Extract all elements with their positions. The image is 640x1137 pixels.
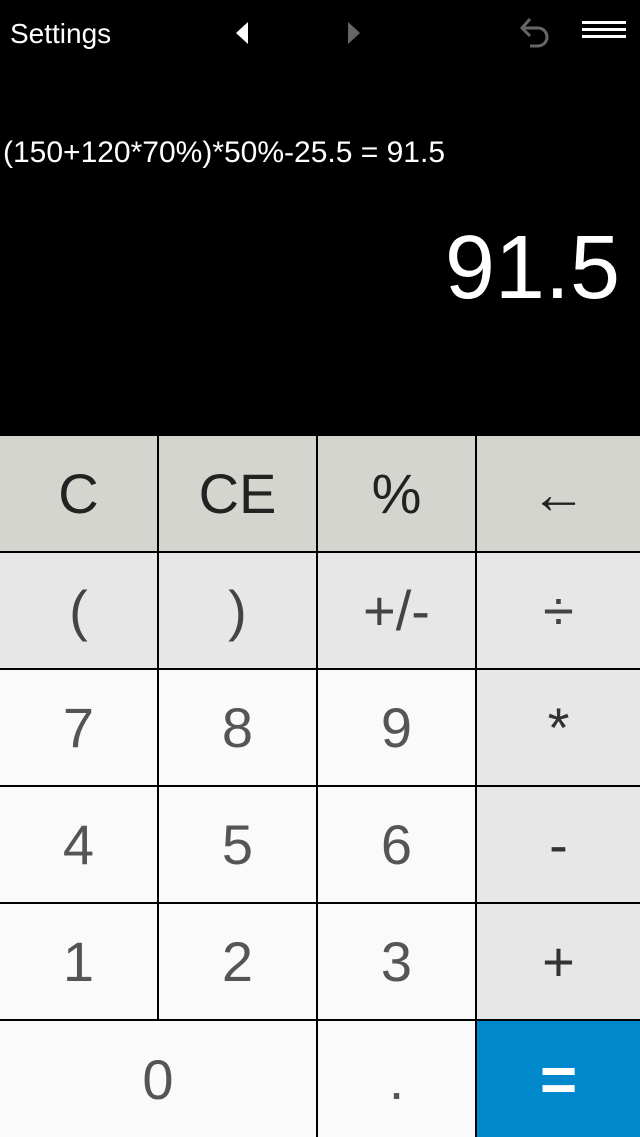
five-button[interactable]: 5 xyxy=(159,787,316,902)
divide-button[interactable]: ÷ xyxy=(477,553,640,668)
negate-button[interactable]: +/- xyxy=(318,553,475,668)
subtract-button[interactable]: - xyxy=(477,787,640,902)
backspace-button[interactable]: ← xyxy=(477,436,640,551)
close-paren-button[interactable]: ) xyxy=(159,553,316,668)
back-arrow-icon[interactable] xyxy=(234,20,250,46)
undo-icon[interactable] xyxy=(516,16,552,50)
expression-display: (150+120*70%)*50%-25.5 = 91.5 xyxy=(3,136,446,169)
one-button[interactable]: 1 xyxy=(0,904,157,1019)
six-button[interactable]: 6 xyxy=(318,787,475,902)
clear-entry-button[interactable]: CE xyxy=(159,436,316,551)
clear-button[interactable]: C xyxy=(0,436,157,551)
open-paren-button[interactable]: ( xyxy=(0,553,157,668)
result-display: 91.5 xyxy=(444,218,620,318)
forward-arrow-icon[interactable] xyxy=(346,20,362,46)
menu-icon[interactable] xyxy=(580,18,628,40)
decimal-button[interactable]: . xyxy=(318,1021,475,1137)
settings-button[interactable]: Settings xyxy=(10,18,111,50)
equals-button[interactable]: = xyxy=(477,1021,640,1137)
eight-button[interactable]: 8 xyxy=(159,670,316,785)
percent-button[interactable]: % xyxy=(318,436,475,551)
add-button[interactable]: + xyxy=(477,904,640,1019)
four-button[interactable]: 4 xyxy=(0,787,157,902)
top-bar: Settings xyxy=(0,0,640,72)
seven-button[interactable]: 7 xyxy=(0,670,157,785)
two-button[interactable]: 2 xyxy=(159,904,316,1019)
multiply-button[interactable]: * xyxy=(477,670,640,785)
keypad: C CE % ← ( ) +/- ÷ 7 8 9 * 4 5 6 - 1 2 3… xyxy=(0,436,640,1137)
three-button[interactable]: 3 xyxy=(318,904,475,1019)
zero-button[interactable]: 0 xyxy=(0,1021,316,1137)
nine-button[interactable]: 9 xyxy=(318,670,475,785)
